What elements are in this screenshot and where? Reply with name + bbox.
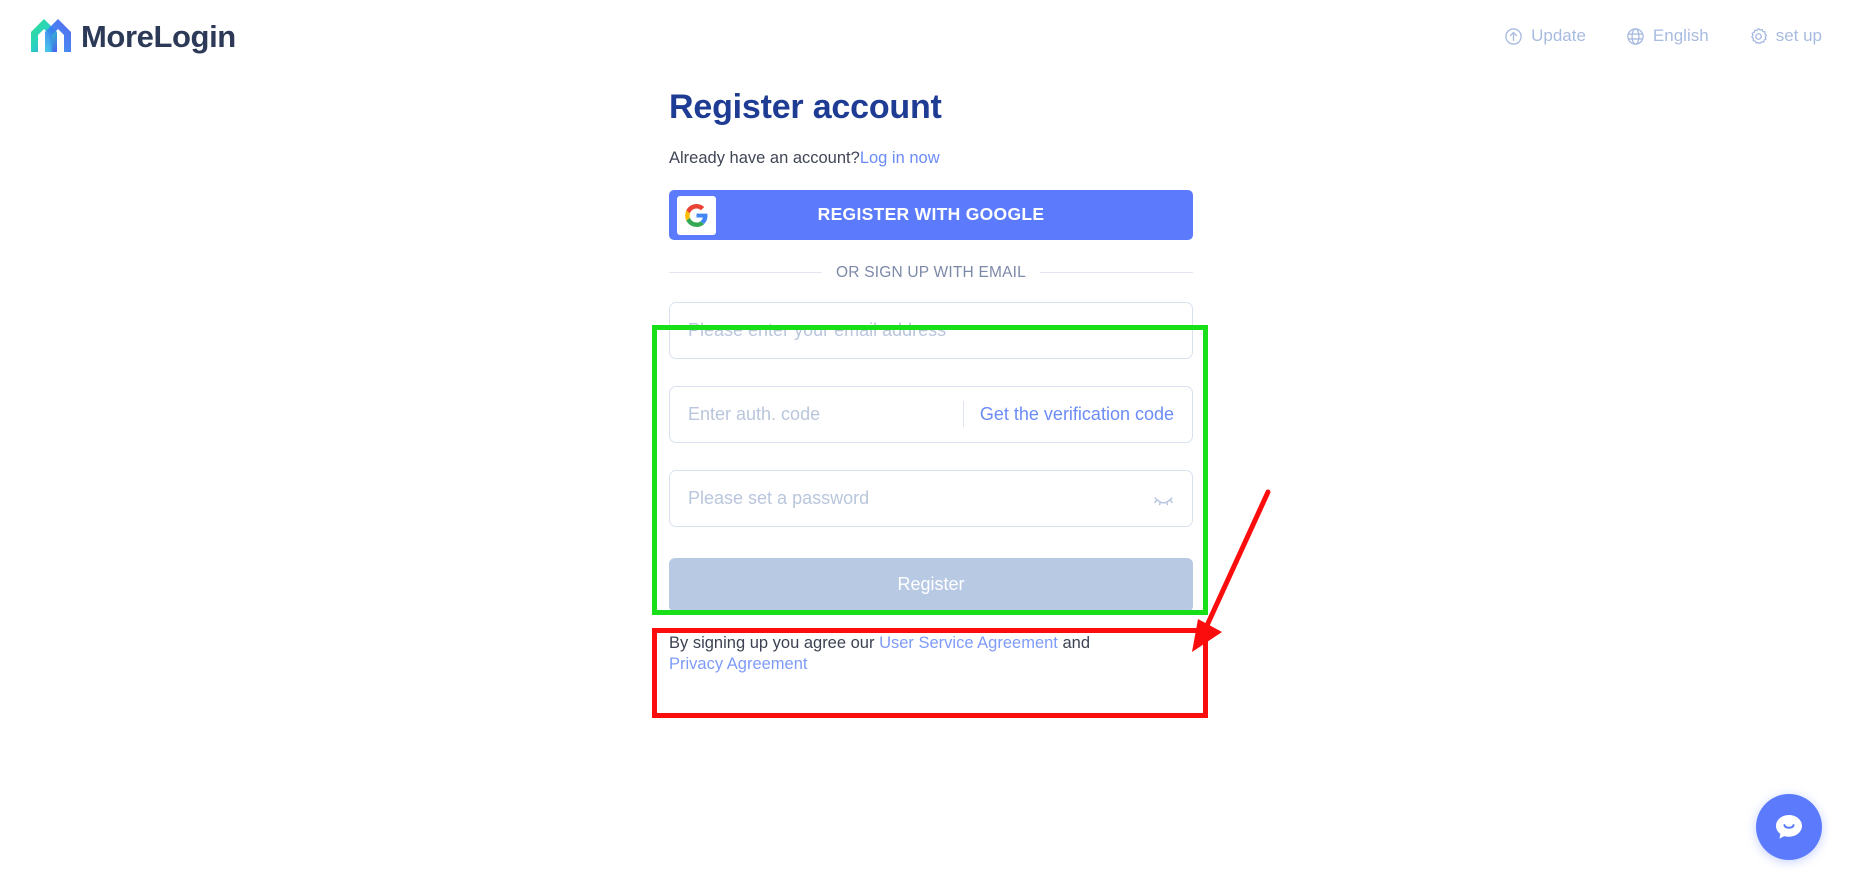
password-field[interactable]: Please set a password [669,469,1193,527]
nav-item-setup-label: set up [1775,26,1822,45]
page-title: Register account [669,88,942,126]
gear-icon [1749,27,1768,46]
annotation-red-arrow [1180,480,1310,660]
morelogin-logo-icon [30,18,72,54]
nav-item-language-label: English [1652,26,1709,45]
password-field-placeholder: Please set a password [688,487,870,508]
globe-icon [1626,27,1645,46]
register-page: MoreLogin Update English set up Register… [0,0,1862,882]
email-field-placeholder: Please enter your email address [688,319,947,340]
register-with-google-button[interactable]: REGISTER WITH GOOGLE [669,189,1193,240]
password-field-right [1153,488,1174,509]
brand-logo[interactable]: MoreLogin [30,18,236,54]
login-prompt-text: Already have an account? [669,149,860,167]
brand-name: MoreLogin [81,18,236,54]
auth-code-field[interactable]: Enter auth. code Get the verification co… [669,385,1193,443]
nav-item-update-label: Update [1531,26,1586,45]
auth-code-field-placeholder: Enter auth. code [688,403,821,424]
nav-item-setup[interactable]: set up [1749,26,1822,46]
register-form-column: Register account Already have an account… [669,0,1193,675]
login-prompt: Already have an account?Log in now [669,150,1193,167]
signup-fields: Please enter your email address Enter au… [669,301,1193,527]
privacy-agreement-link[interactable]: Privacy Agreement [669,655,807,673]
nav-item-update[interactable]: Update [1504,26,1586,46]
google-g-icon [677,195,716,235]
agreement-prefix: By signing up you agree our [669,633,880,652]
agreement-middle: and [1057,633,1091,652]
chat-widget-button[interactable] [1756,794,1822,860]
log-in-now-link[interactable]: Log in now [860,149,940,167]
chat-bubble-smile-icon [1772,810,1806,844]
get-verification-code-button[interactable]: Get the verification code [980,404,1174,425]
email-field[interactable]: Please enter your email address [669,301,1193,359]
header-nav: Update English set up [1504,26,1836,46]
user-service-agreement-link[interactable]: User Service Agreement [879,634,1058,652]
arrow-up-circle-icon [1504,27,1523,46]
field-divider [962,401,964,427]
nav-item-language[interactable]: English [1626,26,1709,46]
register-with-google-label: REGISTER WITH GOOGLE [817,204,1045,224]
email-signup-divider: OR SIGN UP WITH EMAIL [669,264,1193,282]
register-button[interactable]: Register [669,557,1193,612]
eye-off-icon[interactable] [1153,488,1174,509]
agreement-text: By signing up you agree our User Service… [669,633,1119,675]
email-signup-divider-label: OR SIGN UP WITH EMAIL [836,263,1026,281]
auth-code-field-right: Get the verification code [962,401,1174,427]
